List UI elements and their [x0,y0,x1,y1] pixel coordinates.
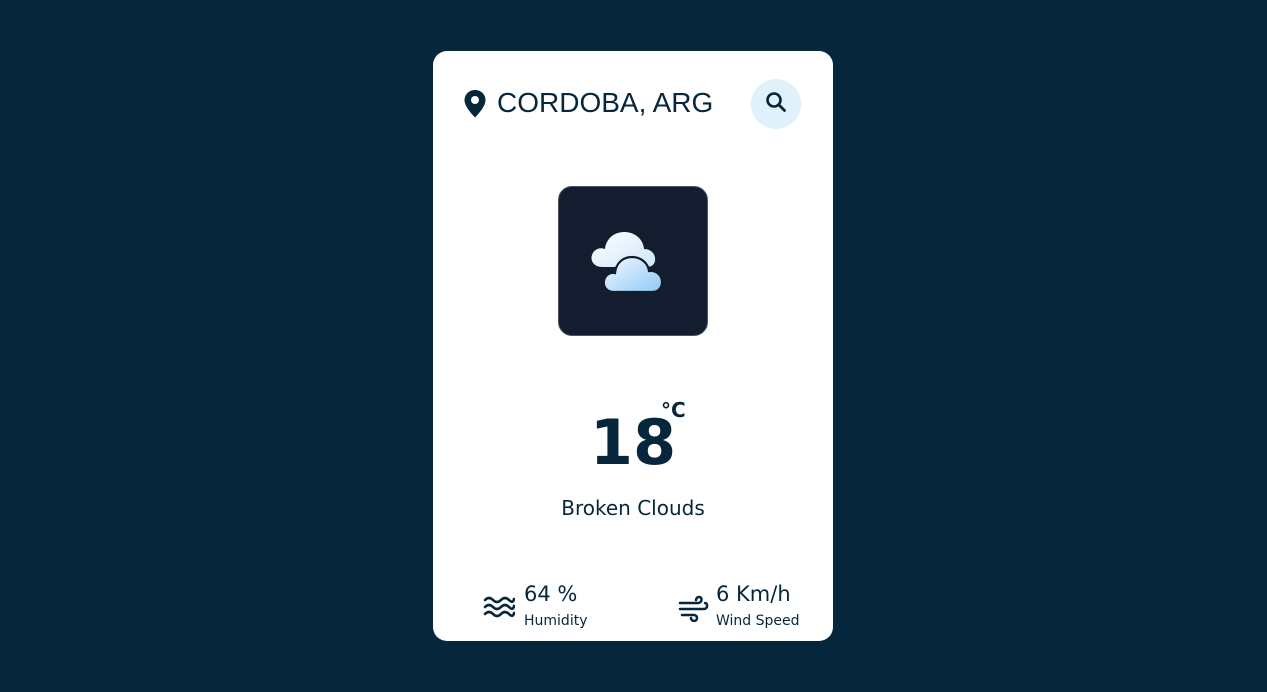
weather-icon-tile [558,186,708,336]
cloud-icon [588,219,678,303]
temperature-unit: °C [661,398,686,422]
card-header: CORDOBA, ARG [433,51,833,161]
humidity-label: Humidity [524,613,588,629]
search-button[interactable] [751,79,801,129]
weather-condition: Broken Clouds [561,496,705,520]
location-label: CORDOBA, ARG [497,87,714,118]
search-icon [765,91,787,117]
weather-card: CORDOBA, ARG 18 °C Broken Clouds 64 % Hu… [433,51,833,641]
wind-value: 6 Km/h [716,582,791,606]
wind-label: Wind Speed [716,613,800,629]
map-pin-icon [463,89,487,119]
wind-icon [678,594,710,623]
humidity-value: 64 % [524,582,578,606]
temperature-display: 18 °C [433,398,833,483]
humidity-waves-icon [483,594,516,622]
